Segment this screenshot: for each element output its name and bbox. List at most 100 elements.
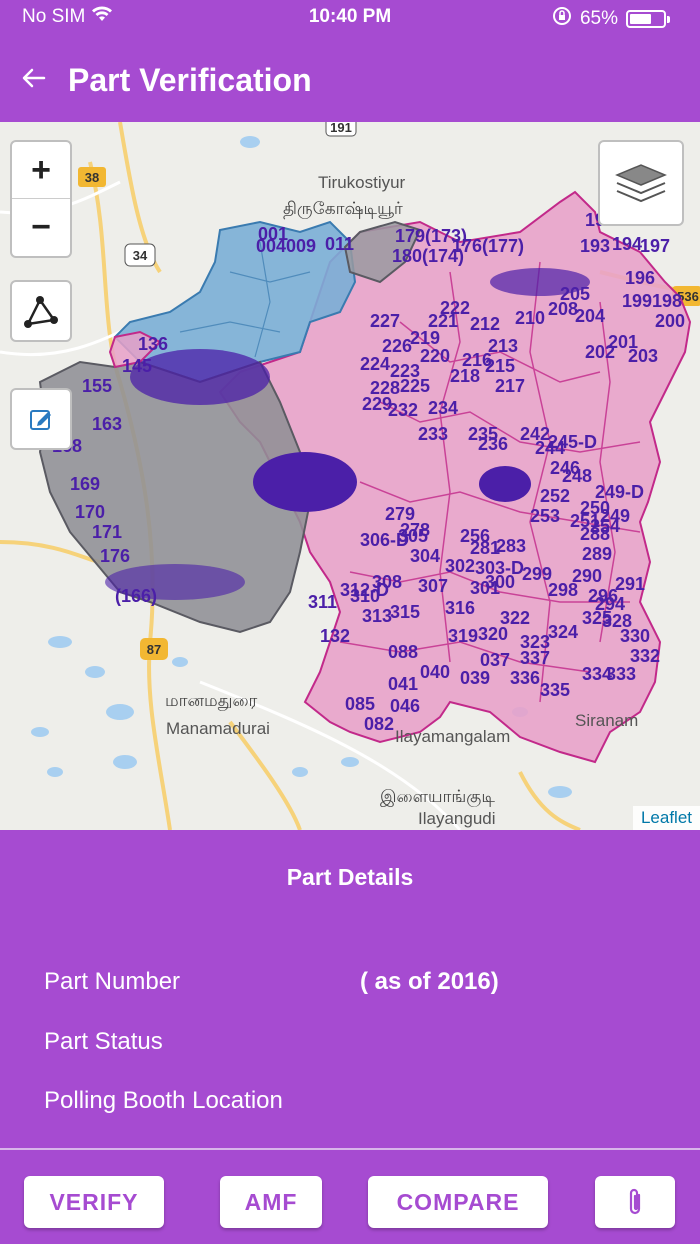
compare-button[interactable]: COMPARE <box>368 1176 548 1228</box>
part-label: 233 <box>418 424 448 444</box>
part-label: 283 <box>496 536 526 556</box>
part-label: 226 <box>382 336 412 356</box>
part-label: 171 <box>92 522 122 542</box>
part-status-label: Part Status <box>44 1028 163 1055</box>
part-label: 232 <box>388 400 418 420</box>
part-label: 004009 <box>256 236 316 256</box>
zoom-in-button[interactable]: + <box>12 142 70 200</box>
place-label-ta: இளையாங்குடி <box>380 787 495 807</box>
svg-text:87: 87 <box>147 642 161 657</box>
part-label: 213 <box>488 336 518 356</box>
part-label: 176(177) <box>452 236 524 256</box>
part-label: 288 <box>580 524 610 544</box>
part-label: 322 <box>500 608 530 628</box>
part-label: 279 <box>385 504 415 524</box>
part-label: 315 <box>390 602 420 622</box>
part-label: 210 <box>515 308 545 328</box>
part-details-heading: Part Details <box>286 864 414 890</box>
svg-text:38: 38 <box>85 170 99 185</box>
part-label: 302 <box>445 556 475 576</box>
part-label: 199 <box>622 291 652 311</box>
part-label: 319 <box>448 626 478 646</box>
layers-icon <box>615 164 667 203</box>
part-label: 253 <box>530 506 560 526</box>
part-number-label: Part Number <box>44 968 181 995</box>
part-label: 203 <box>628 346 658 366</box>
polling-booth-location-label: Polling Booth Location <box>44 1087 283 1114</box>
part-label: 324 <box>548 622 578 642</box>
map-attribution-link[interactable]: Leaflet <box>632 806 700 830</box>
part-label: 202 <box>585 342 615 362</box>
part-label: 155 <box>82 376 112 396</box>
arrow-left-icon[interactable] <box>18 64 50 96</box>
part-label: 311 <box>308 592 337 612</box>
edit-icon <box>30 410 51 430</box>
part-label: 296 <box>588 586 618 606</box>
part-label: 011 <box>325 234 354 254</box>
place-label-ta: திருகோஷ்டியூர் <box>283 199 403 219</box>
place-label: Manamadurai <box>166 719 270 738</box>
part-label: 037 <box>480 650 510 670</box>
part-label: 224 <box>360 354 390 374</box>
part-label: 040 <box>420 662 450 682</box>
part-label: 336 <box>510 668 540 688</box>
place-label-ta: மானமதுரை <box>165 691 258 711</box>
part-label: 041 <box>388 674 418 694</box>
map-canvas[interactable]: 38 34 191 87 536 Tirukostiyur திருகோஷ்டி… <box>0 122 700 830</box>
part-label: 307 <box>418 576 448 596</box>
edit-layers-button[interactable] <box>10 388 72 450</box>
status-bar: No SIM 10:40 PM 65% <box>0 0 700 34</box>
verify-button[interactable]: VERIFY <box>24 1176 164 1228</box>
battery-percent: 65% <box>579 8 618 29</box>
part-label: 176 <box>100 546 130 566</box>
part-label: 193 <box>580 236 610 256</box>
paperclip-icon <box>629 1188 641 1215</box>
place-label: Ilayangudi <box>418 809 496 828</box>
part-label: 303-D <box>475 558 524 578</box>
part-label: 291 <box>615 574 645 594</box>
part-label: 170 <box>75 502 105 522</box>
battery-icon <box>626 10 670 28</box>
part-label: 225 <box>400 376 430 396</box>
attach-button[interactable] <box>595 1176 675 1228</box>
part-label: 046 <box>390 696 420 716</box>
part-label: 245-D <box>548 432 597 452</box>
map-view[interactable]: 38 34 191 87 536 Tirukostiyur திருகோஷ்டி… <box>0 122 700 830</box>
part-label: 204 <box>575 306 605 326</box>
part-label: 248 <box>562 466 592 486</box>
part-label: 200 <box>655 311 685 331</box>
part-label: 299 <box>522 564 552 584</box>
action-bar: VERIFY AMF COMPARE <box>0 1150 700 1244</box>
zoom-control: + − <box>10 140 72 258</box>
amf-button[interactable]: AMF <box>220 1176 322 1228</box>
part-label: 252 <box>540 486 570 506</box>
measure-polyline-button[interactable] <box>10 280 72 342</box>
part-label: 082 <box>364 714 394 734</box>
part-label: 088 <box>388 642 418 662</box>
part-label: 136 <box>138 334 168 354</box>
part-label: 306-D <box>360 530 409 550</box>
part-label: 227 <box>370 311 400 331</box>
part-label: 197 <box>640 236 670 256</box>
part-label: 316 <box>445 598 475 618</box>
part-label: 330 <box>620 626 650 646</box>
part-label: 337 <box>520 648 550 668</box>
part-label: 312-D <box>340 580 389 600</box>
part-label: 313 <box>362 606 392 626</box>
part-label: 212 <box>470 314 500 334</box>
part-label: 194 <box>612 234 642 254</box>
part-label: 332 <box>630 646 660 666</box>
layers-button[interactable] <box>598 140 684 226</box>
page-title: Part Verification <box>68 62 312 98</box>
zoom-out-button[interactable]: − <box>12 199 70 256</box>
polyline-icon <box>24 296 58 328</box>
place-label: Tirukostiyur <box>318 173 406 192</box>
part-label: 219 <box>410 328 440 348</box>
part-label: 301 <box>470 578 500 598</box>
part-label: 236 <box>478 434 508 454</box>
place-label: Ilayamangalam <box>395 727 510 746</box>
part-label: 304 <box>410 546 440 566</box>
part-label: 132 <box>320 626 350 646</box>
part-label: 039 <box>460 668 490 688</box>
place-label: Siranam <box>575 711 638 730</box>
